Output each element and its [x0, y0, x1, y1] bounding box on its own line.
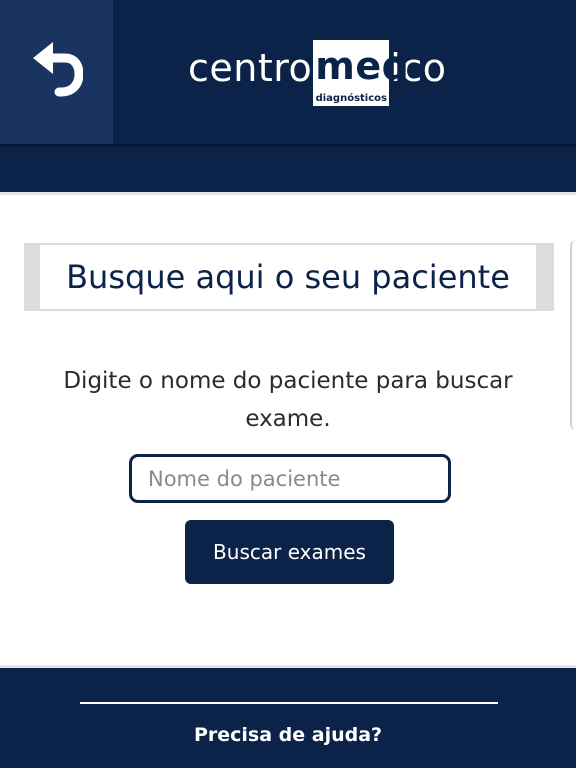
help-link[interactable]: Precisa de ajuda?: [0, 724, 576, 746]
search-exams-button[interactable]: Buscar exames: [185, 520, 394, 584]
brand-logo: centro med diagnósticos ico: [188, 40, 447, 110]
header-divider: [0, 144, 576, 147]
app-footer: Precisa de ajuda?: [0, 665, 576, 768]
search-instructions: Digite o nome do paciente para buscar ex…: [63, 368, 513, 432]
title-frame: Busque aqui o seu paciente: [24, 243, 554, 311]
side-panel-edge: [570, 240, 576, 430]
logo-prefix: centro: [188, 46, 313, 90]
logo-tagline: diagnósticos: [315, 93, 387, 104]
logo-highlight: med: [315, 44, 410, 88]
undo-arrow-icon: [31, 42, 84, 102]
app-header: centro med diagnósticos ico: [0, 0, 576, 192]
patient-name-input[interactable]: [129, 454, 451, 503]
footer-divider: [80, 702, 498, 704]
logo-highlight-box: med diagnósticos: [313, 40, 409, 106]
title-panel: Busque aqui o seu paciente: [40, 245, 536, 309]
back-button[interactable]: [0, 0, 113, 144]
page-title: Busque aqui o seu paciente: [66, 258, 510, 296]
